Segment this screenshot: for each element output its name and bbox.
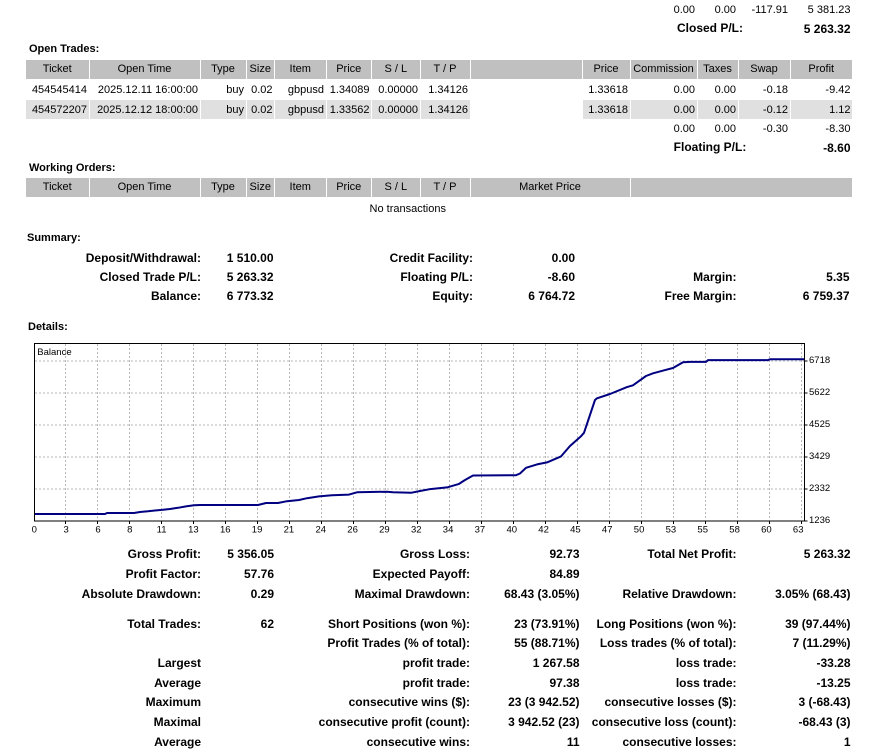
svg-text:2332: 2332 [809, 483, 830, 494]
svg-text:24: 24 [316, 525, 327, 536]
svg-text:63: 63 [793, 525, 804, 536]
svg-text:29: 29 [379, 525, 390, 536]
svg-text:58: 58 [729, 525, 740, 536]
svg-text:6: 6 [95, 525, 100, 536]
svg-text:19: 19 [252, 525, 263, 536]
svg-text:3429: 3429 [809, 451, 830, 462]
svg-text:60: 60 [761, 525, 772, 536]
svg-text:26: 26 [347, 525, 358, 536]
svg-text:37: 37 [475, 525, 486, 536]
svg-text:40: 40 [507, 525, 518, 536]
svg-text:47: 47 [602, 525, 613, 536]
svg-text:5622: 5622 [809, 387, 830, 398]
svg-text:8: 8 [127, 525, 132, 536]
svg-text:34: 34 [443, 525, 454, 536]
svg-text:42: 42 [538, 525, 549, 536]
svg-text:Balance: Balance [37, 347, 71, 358]
svg-text:32: 32 [411, 525, 422, 536]
svg-text:21: 21 [284, 525, 295, 536]
svg-text:6718: 6718 [809, 355, 830, 366]
svg-text:50: 50 [634, 525, 645, 536]
svg-text:16: 16 [220, 525, 231, 536]
svg-text:53: 53 [666, 525, 677, 536]
svg-text:45: 45 [570, 525, 581, 536]
svg-text:13: 13 [188, 525, 199, 536]
svg-text:3: 3 [63, 525, 68, 536]
svg-text:11: 11 [157, 525, 167, 536]
svg-text:4525: 4525 [809, 419, 830, 430]
svg-text:55: 55 [697, 525, 708, 536]
svg-text:0: 0 [32, 525, 37, 536]
svg-text:1236: 1236 [809, 515, 830, 526]
